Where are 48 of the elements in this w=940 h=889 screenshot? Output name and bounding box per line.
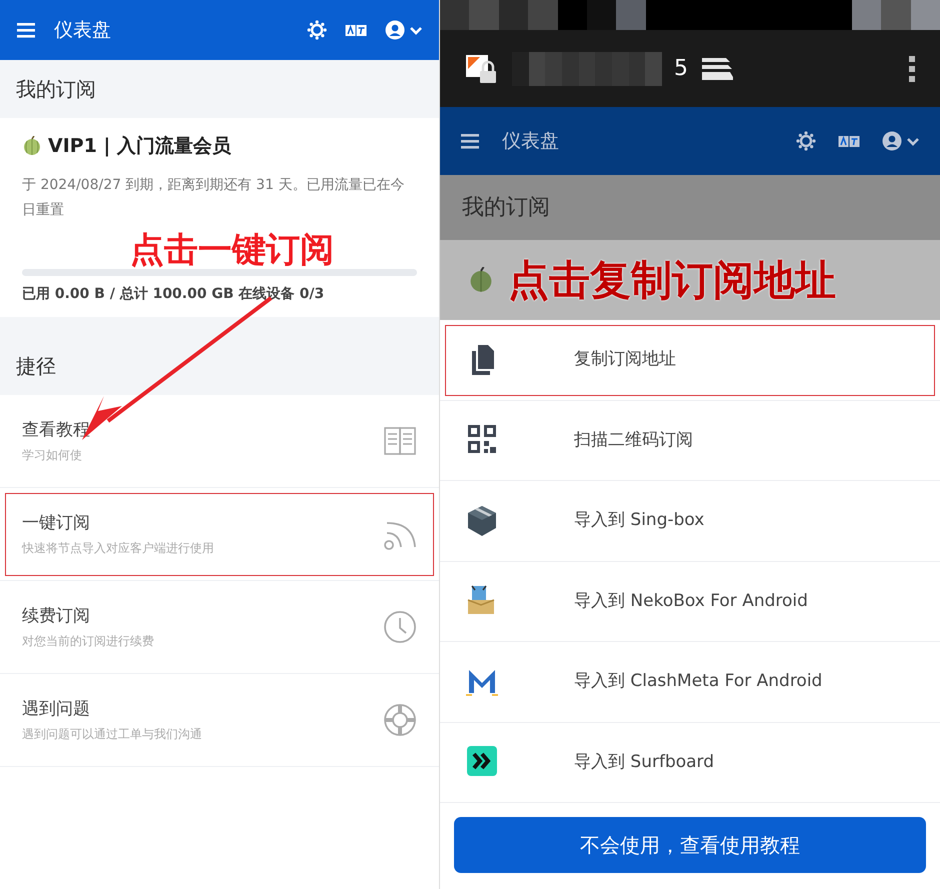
sun-icon[interactable] (796, 131, 816, 151)
tab-count: 5 (674, 55, 688, 83)
plan-name: VIP1 | 入门流量会员 (48, 134, 232, 159)
shortcut-subtitle: 学习如何使 (22, 446, 83, 464)
shortcut-item[interactable]: 续费订阅 对您当前的订阅进行续费 (0, 580, 439, 674)
page-title: 仪表盘 (502, 128, 559, 154)
box-icon (466, 504, 498, 538)
shortcut-subtitle: 对您当前的订阅进行续费 (22, 632, 155, 650)
shortcut-title: 一键订阅 (22, 512, 91, 536)
tutorial-button[interactable]: 不会使用，查看使用教程 (454, 817, 926, 873)
sheet-item[interactable]: 扫描二维码订阅 (440, 400, 940, 481)
sheet-item-label: 导入到 NekoBox For Android (574, 590, 808, 612)
clock-icon (383, 610, 417, 644)
menu-icon[interactable] (16, 20, 36, 40)
sheet-item[interactable]: 导入到 Sing-box (440, 481, 940, 562)
chevron-down-icon[interactable] (906, 135, 920, 147)
sun-icon[interactable] (307, 20, 327, 40)
shortcut-item[interactable]: 遇到问题 遇到问题可以通过工单与我们沟通 (0, 674, 439, 767)
shortcut-subtitle: 遇到问题可以通过工单与我们沟通 (22, 726, 203, 743)
melon-icon (468, 267, 494, 293)
sheet-item-label: 导入到 Sing-box (574, 509, 704, 532)
menu-icon[interactable] (460, 131, 480, 151)
section-header: 我的订阅 (440, 175, 940, 240)
annotation-text: 点击复制订阅地址 (508, 260, 836, 301)
sheet-item-label: 扫描二维码订阅 (574, 428, 693, 452)
annotation-text: 点击一键订阅 (130, 233, 334, 267)
lifebuoy-icon (383, 702, 417, 737)
page-title: 仪表盘 (54, 18, 111, 43)
user-icon[interactable] (882, 131, 902, 151)
shortcut-item[interactable]: 一键订阅 快速将节点导入对应客户端进行使用 (0, 488, 439, 581)
sheet-item-label: 导入到 ClashMeta For Android (574, 670, 822, 693)
sheet-item[interactable]: 复制订阅地址 (440, 320, 940, 400)
sheet-item[interactable]: 导入到 ClashMeta For Android (440, 642, 940, 722)
section-header: 捷径 (0, 336, 439, 395)
shortcut-title: 续费订阅 (22, 605, 91, 628)
sheet-item-label: 复制订阅地址 (574, 348, 676, 371)
tabs-icon[interactable] (700, 56, 734, 82)
sheet-item[interactable]: 导入到 NekoBox For Android (440, 562, 940, 642)
expiry-text: 于 2024/08/27 到期，距离到期还有 31 天。已用流量已在今日重置 (22, 176, 406, 220)
user-icon[interactable] (385, 20, 405, 40)
sheet-item-label: 导入到 Surfboard (574, 750, 714, 774)
sheet-item[interactable]: 导入到 Surfboard (440, 722, 940, 803)
chevron-down-icon[interactable] (409, 24, 423, 36)
shortcut-subtitle: 快速将节点导入对应客户端进行使用 (22, 540, 215, 557)
shortcut-title: 遇到问题 (22, 698, 91, 722)
section-header: 我的订阅 (0, 60, 439, 118)
melon-icon (22, 136, 42, 156)
more-icon[interactable] (908, 54, 916, 82)
